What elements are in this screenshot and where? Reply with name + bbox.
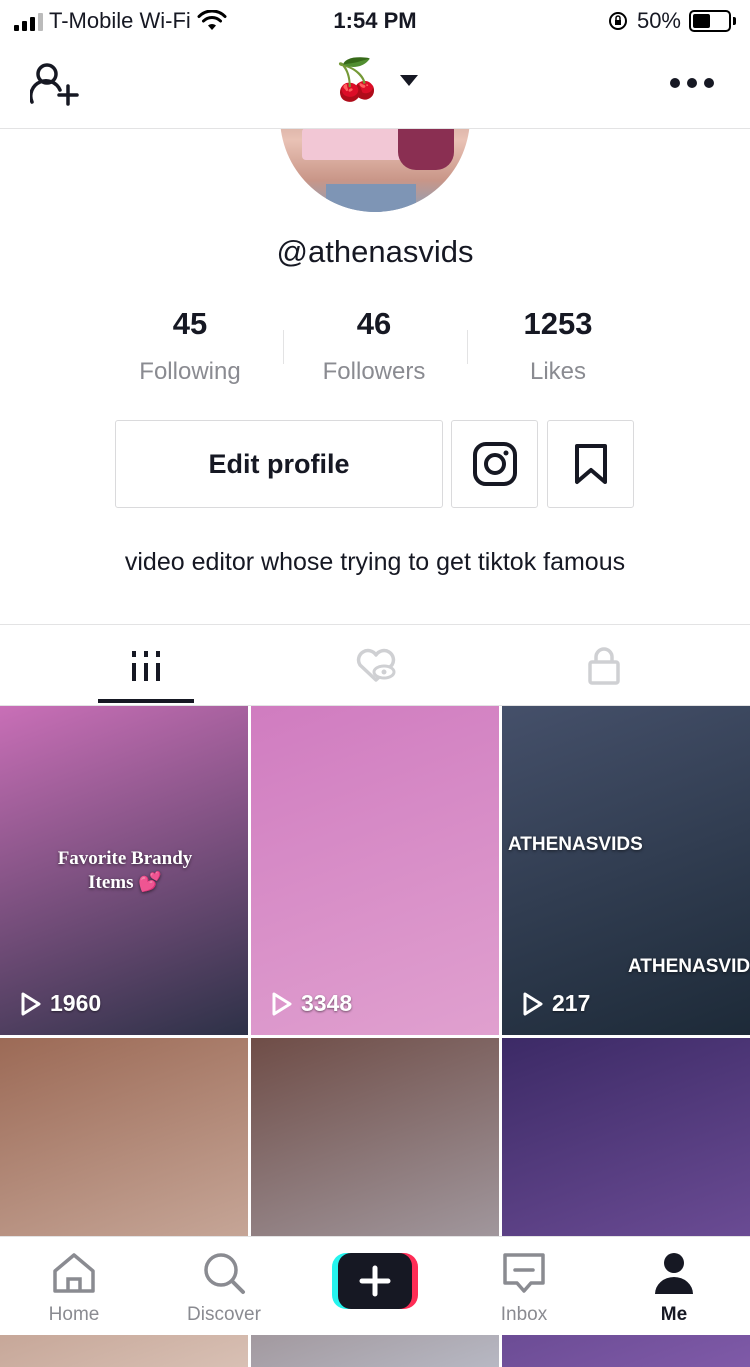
favorites-button[interactable] (547, 420, 634, 508)
instagram-button[interactable] (451, 420, 538, 508)
video-thumbnail[interactable]: Favorite Brandy Items 💕 1960 (0, 706, 248, 1035)
stat-followers[interactable]: 46 Followers (282, 306, 466, 386)
nav-home[interactable]: Home (14, 1251, 134, 1326)
person-icon (655, 1253, 693, 1294)
top-nav-bar: 🍒 (0, 42, 750, 129)
cherry-emoji: 🍒 (332, 58, 382, 102)
more-dot-icon (670, 78, 680, 88)
bottom-tab-bar: Home Discover Inbox Me (0, 1236, 750, 1335)
create-video-button[interactable] (332, 1253, 418, 1309)
content-tabs (0, 624, 750, 706)
chevron-down-icon (399, 74, 418, 86)
nav-inbox[interactable]: Inbox (464, 1251, 584, 1326)
stat-following[interactable]: 45 Following (98, 306, 282, 386)
stat-label: Followers (322, 358, 426, 385)
home-icon (53, 1253, 95, 1293)
rotation-lock-icon (608, 12, 627, 30)
video-caption: Favorite Brandy Items 💕 (57, 848, 193, 893)
stat-label: Following (139, 358, 241, 385)
account-switcher[interactable]: 🍒 (0, 60, 750, 100)
hidden-heart-icon (356, 648, 396, 682)
battery-status: 50% (607, 8, 736, 34)
play-icon (21, 992, 41, 1015)
more-options-button[interactable] (670, 78, 714, 88)
edit-profile-button[interactable]: Edit profile (115, 420, 443, 508)
tab-videos[interactable] (98, 643, 194, 689)
nav-label: Me (660, 1304, 688, 1325)
view-count: 1960 (20, 990, 101, 1017)
video-thumbnail[interactable]: ATHENASVIDS ATHENASVIDS 217 (502, 706, 750, 1035)
play-icon (523, 992, 543, 1015)
username: @athenasvids (276, 234, 474, 269)
stat-likes[interactable]: 1253 Likes (466, 306, 650, 386)
view-count: 217 (522, 990, 590, 1017)
inbox-icon (503, 1253, 545, 1293)
battery-icon (689, 10, 731, 32)
stat-label: Likes (529, 358, 587, 385)
status-bar: T-Mobile Wi-Fi 1:54 PM 50% (0, 0, 750, 42)
nav-discover[interactable]: Discover (164, 1251, 284, 1326)
lock-icon (588, 647, 620, 685)
grid-icon (132, 651, 160, 681)
video-thumbnail[interactable]: 3348 (251, 706, 499, 1035)
nav-me[interactable]: Me (614, 1251, 734, 1326)
stat-value: 1253 (523, 306, 593, 341)
bio-text: video editor whose trying to get tiktok … (124, 548, 626, 576)
plus-icon (332, 1253, 418, 1309)
view-count-value: 3348 (301, 990, 353, 1016)
search-icon (204, 1253, 245, 1294)
view-count: 3348 (271, 990, 352, 1017)
video-watermark: ATHENASVIDS (508, 834, 643, 855)
play-icon (272, 992, 292, 1015)
nav-label: Discover (187, 1304, 261, 1325)
view-count-value: 217 (552, 990, 591, 1016)
view-count-value: 1960 (50, 990, 102, 1016)
tab-liked[interactable] (328, 643, 424, 689)
stat-value: 46 (356, 306, 392, 341)
instagram-icon (472, 442, 517, 486)
nav-label: Inbox (500, 1304, 548, 1325)
stat-value: 45 (172, 306, 208, 341)
battery-percent: 50% (636, 8, 681, 33)
bookmark-icon (574, 444, 607, 484)
tab-private[interactable] (556, 643, 652, 689)
nav-label: Home (48, 1304, 100, 1325)
video-watermark: ATHENASVIDS (628, 956, 750, 977)
active-tab-indicator (98, 699, 194, 703)
